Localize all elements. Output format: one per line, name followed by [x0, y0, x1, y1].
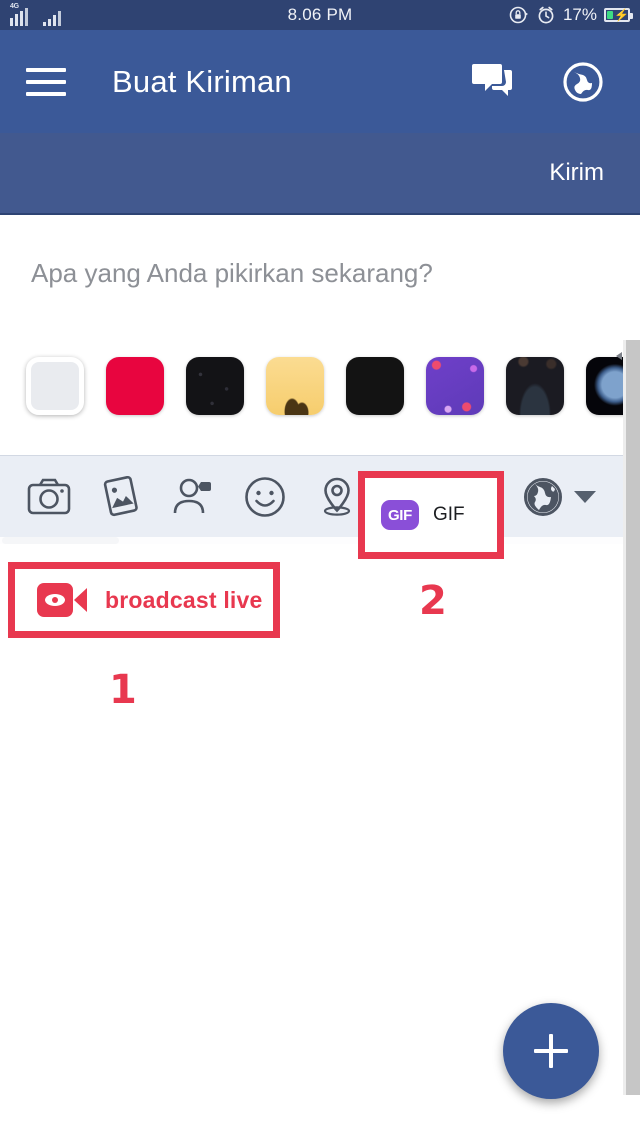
- bottom-spacer: [0, 1130, 640, 1138]
- scroll-indicator-arrow-icon: [616, 352, 622, 360]
- camera-icon[interactable]: [26, 474, 72, 520]
- broadcast-live-camera-icon: [37, 583, 87, 617]
- gif-label: GIF: [433, 504, 465, 525]
- gif-badge-icon: GIF: [381, 500, 419, 530]
- background-swatch[interactable]: [26, 357, 84, 415]
- app-bar: Buat Kiriman: [0, 30, 640, 133]
- background-swatch-strip[interactable]: [26, 357, 640, 415]
- app-bar-actions: [470, 61, 614, 103]
- background-swatch[interactable]: [426, 357, 484, 415]
- status-bar-right-group: 17% ⚡: [509, 5, 633, 25]
- annotation-marker-2: 2: [419, 578, 447, 624]
- background-swatch[interactable]: [266, 357, 324, 415]
- globe-privacy-icon[interactable]: [522, 476, 564, 518]
- background-swatch[interactable]: [186, 357, 244, 415]
- background-swatch[interactable]: [106, 357, 164, 415]
- submit-bar: Kirim: [0, 133, 640, 213]
- location-pin-icon[interactable]: [314, 474, 360, 520]
- composer-placeholder: Apa yang Anda pikirkan sekarang?: [31, 258, 433, 288]
- hamburger-menu-icon[interactable]: [26, 67, 66, 96]
- privacy-selector[interactable]: [522, 476, 614, 518]
- background-swatch[interactable]: [506, 357, 564, 415]
- alarm-clock-icon: [538, 6, 554, 24]
- emoji-icon[interactable]: [242, 474, 288, 520]
- battery-percent-label: 17%: [562, 5, 597, 24]
- annotation-marker-1: 1: [109, 667, 137, 713]
- broadcast-live-label: broadcast live: [105, 586, 263, 613]
- background-swatch[interactable]: [346, 357, 404, 415]
- photo-icon[interactable]: [98, 474, 144, 520]
- rotation-lock-icon: [509, 6, 528, 24]
- annotation-box-broadcast-live: broadcast live: [8, 562, 280, 638]
- chevron-down-icon[interactable]: [574, 490, 596, 503]
- add-post-button[interactable]: [503, 1003, 599, 1099]
- toolbar-scroll-thumb[interactable]: [2, 537, 119, 544]
- chat-bubbles-icon[interactable]: [470, 62, 514, 102]
- screen-root: 4G 8.06 PM 17% ⚡ Buat Kiriman Kirim Apa …: [0, 0, 640, 1138]
- annotation-box-gif: GIF GIF: [358, 471, 504, 559]
- status-bar: 4G 8.06 PM 17% ⚡: [0, 0, 640, 30]
- page-title: Buat Kiriman: [112, 63, 292, 99]
- composer-area[interactable]: Apa yang Anda pikirkan sekarang?: [0, 213, 640, 455]
- gif-menu-item[interactable]: GIF GIF: [365, 478, 497, 552]
- globe-notifications-icon[interactable]: [562, 61, 604, 103]
- battery-charging-icon: ⚡: [604, 8, 633, 22]
- page-scrollbar[interactable]: [626, 340, 640, 1095]
- submit-post-button[interactable]: Kirim: [549, 159, 604, 187]
- plus-icon: [534, 1034, 568, 1068]
- tag-people-icon[interactable]: [170, 474, 216, 520]
- attachment-toolbar: [0, 455, 640, 537]
